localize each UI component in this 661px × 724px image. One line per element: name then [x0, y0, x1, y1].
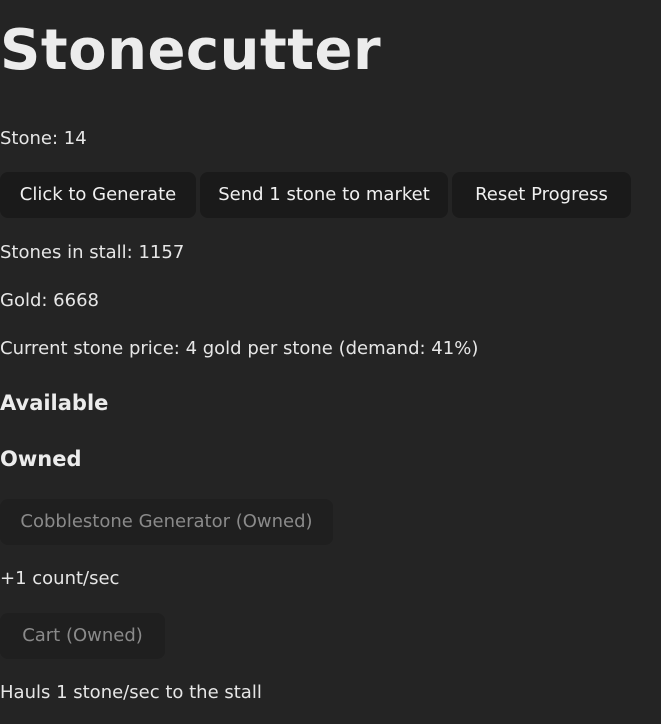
cart-button[interactable]: Cart (Owned) — [0, 613, 165, 659]
gold-count: Gold: 6668 — [0, 290, 99, 311]
owned-heading: Owned — [0, 447, 82, 471]
cobblestone-generator-description: +1 count/sec — [0, 568, 120, 589]
send-to-market-button[interactable]: Send 1 stone to market — [200, 172, 448, 218]
cart-description: Hauls 1 stone/sec to the stall — [0, 682, 262, 703]
available-heading: Available — [0, 391, 109, 415]
generate-button[interactable]: Click to Generate — [0, 172, 196, 218]
stall-count: Stones in stall: 1157 — [0, 242, 185, 263]
cobblestone-generator-button[interactable]: Cobblestone Generator (Owned) — [0, 499, 333, 545]
stone-price: Current stone price: 4 gold per stone (d… — [0, 338, 479, 359]
page-title: Stonecutter — [0, 18, 382, 83]
reset-progress-button[interactable]: Reset Progress — [452, 172, 631, 218]
stone-count: Stone: 14 — [0, 128, 87, 149]
